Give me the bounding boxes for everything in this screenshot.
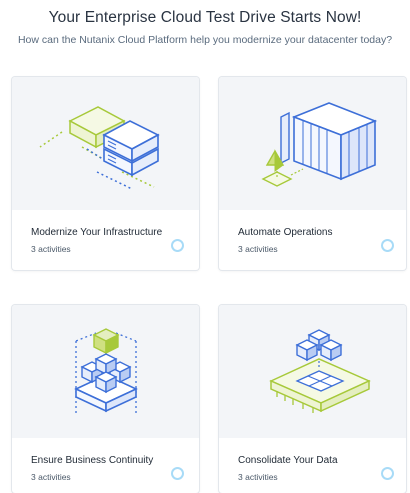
card-illustration-area bbox=[12, 305, 199, 438]
datacenter-container-icon bbox=[261, 102, 378, 187]
status-ring-icon bbox=[381, 239, 394, 252]
card-illustration-area bbox=[219, 77, 406, 210]
card-activity-count: 3 activities bbox=[238, 244, 278, 254]
stacked-servers-icon bbox=[39, 106, 160, 190]
replicated-cubes-icon bbox=[74, 328, 138, 415]
page-subtitle: How can the Nutanix Cloud Platform help … bbox=[17, 34, 393, 46]
card-activity-count: 3 activities bbox=[31, 244, 71, 254]
data-blocks-icon bbox=[269, 329, 371, 413]
status-ring-icon bbox=[171, 239, 184, 252]
page-title: Your Enterprise Cloud Test Drive Starts … bbox=[48, 9, 362, 26]
status-ring-icon bbox=[381, 467, 394, 480]
status-ring-icon bbox=[171, 467, 184, 480]
card-consolidate-your-data[interactable]: Consolidate Your Data 3 activities bbox=[219, 305, 406, 493]
card-title: Ensure Business Continuity bbox=[31, 455, 154, 466]
card-ensure-business-continuity[interactable]: Ensure Business Continuity 3 activities bbox=[12, 305, 199, 493]
card-activity-count: 3 activities bbox=[238, 472, 278, 482]
card-illustration-area bbox=[12, 77, 199, 210]
card-title: Modernize Your Infrastructure bbox=[31, 227, 163, 238]
card-illustration-area bbox=[219, 305, 406, 438]
card-title: Consolidate Your Data bbox=[238, 455, 338, 466]
card-title: Automate Operations bbox=[238, 227, 333, 238]
card-activity-count: 3 activities bbox=[31, 472, 71, 482]
card-modernize-infrastructure[interactable]: Modernize Your Infrastructure 3 activiti… bbox=[12, 77, 199, 270]
card-automate-operations[interactable]: Automate Operations 3 activities bbox=[219, 77, 406, 270]
